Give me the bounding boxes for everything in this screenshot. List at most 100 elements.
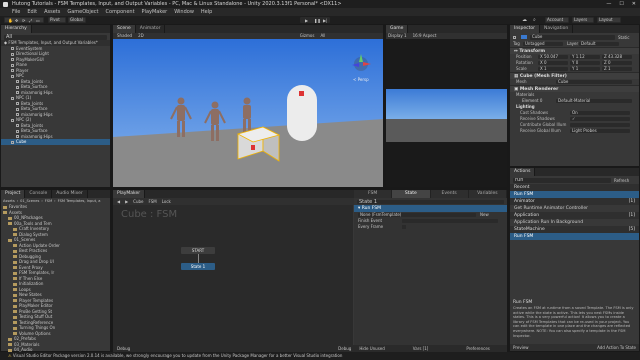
transform-x-field[interactable]: X 1 <box>538 66 568 72</box>
menu-file[interactable]: File <box>12 8 20 16</box>
tab-inspector[interactable]: Inspector <box>510 25 540 33</box>
transform-y-field[interactable]: Y 1 <box>570 66 600 72</box>
menu-window[interactable]: Window <box>174 8 194 16</box>
minimize-button[interactable]: — <box>606 0 611 8</box>
lock-toggle[interactable]: Lock <box>162 198 171 205</box>
static-toggle[interactable]: Static <box>618 35 629 40</box>
lighting-row-value[interactable] <box>570 122 630 128</box>
tab-console[interactable]: Console <box>25 190 53 198</box>
tab-events[interactable]: Events <box>430 190 469 198</box>
tab-game[interactable]: Game <box>386 25 409 33</box>
hand-tool-icon[interactable]: ✋ <box>8 18 13 23</box>
preferences-button[interactable]: Preferences <box>466 345 490 352</box>
actions-search-input[interactable]: run <box>513 178 611 183</box>
hierarchy-item[interactable]: Cube <box>1 139 110 145</box>
rotate-tool-icon[interactable]: ⟳ <box>22 18 25 23</box>
transform-x-field[interactable]: X 50.047 <box>538 54 568 60</box>
tag-dropdown[interactable]: Untagged <box>523 41 563 47</box>
back-icon[interactable]: ◀ <box>117 198 120 205</box>
move-tool-icon[interactable]: ✥ <box>15 18 18 23</box>
menu-assets[interactable]: Assets <box>44 8 60 16</box>
layer-dropdown[interactable]: Default <box>579 41 619 47</box>
mesh-renderer-header[interactable]: ▣ Mesh Renderer <box>510 85 639 92</box>
lighting-row-value[interactable]: On <box>570 110 630 116</box>
pivot-toggle[interactable]: Pivot <box>48 17 66 23</box>
close-button[interactable]: ✕ <box>632 0 636 8</box>
debug-toggle[interactable]: Debug <box>338 345 351 352</box>
account-dropdown[interactable]: Account <box>545 17 569 23</box>
new-template-button[interactable]: New <box>480 212 489 218</box>
fsm-canvas[interactable]: Cube : FSM START State 1 <box>113 205 353 345</box>
action-category[interactable]: Animator [1] <box>510 198 639 205</box>
scale-tool-icon[interactable]: ⤢ <box>29 18 32 23</box>
layers-dropdown[interactable]: Layers <box>572 17 594 23</box>
preview-toggle[interactable]: Preview <box>513 344 529 351</box>
search-icon[interactable]: ⌕ <box>533 17 536 23</box>
tab-playmaker[interactable]: PlayMaker <box>113 190 146 198</box>
action-item[interactable]: Run FSM <box>510 191 639 198</box>
menu-component[interactable]: Component <box>106 8 135 16</box>
layout-dropdown[interactable]: Layout <box>597 17 621 23</box>
gizmos-dropdown[interactable]: Gizmos <box>300 33 315 39</box>
transform-z-field[interactable]: Z 43.328 <box>602 54 632 60</box>
transform-tools[interactable]: ✋ ✥ ⟳ ⤢ ▭ <box>4 17 44 23</box>
maximize-button[interactable]: ☐ <box>619 0 623 8</box>
forward-icon[interactable]: ▶ <box>125 198 128 205</box>
fsm-target-dropdown[interactable]: Cube <box>133 198 143 205</box>
tab-fsm[interactable]: FSM <box>354 190 393 198</box>
action-header[interactable]: ▾ Run FSM <box>354 205 507 212</box>
status-message[interactable]: Visual Studio Editor Package version 2.0… <box>13 353 343 358</box>
scene-search[interactable]: All <box>320 33 325 39</box>
action-item[interactable]: Application Run In Background <box>510 219 639 226</box>
tab-audio-mixer[interactable]: Audio Mixer <box>52 190 88 198</box>
rect-tool-icon[interactable]: ▭ <box>36 18 40 23</box>
add-action-button[interactable]: Add Action To State <box>597 344 636 351</box>
scene-viewport[interactable]: < Persp <box>113 39 383 187</box>
menu-help[interactable]: Help <box>201 8 212 16</box>
state-node[interactable]: State 1 <box>181 263 215 270</box>
mesh-filter-header[interactable]: ▦ Cube (Mesh Filter) <box>510 72 639 79</box>
transform-x-field[interactable]: X 0 <box>538 60 568 66</box>
hide-unused-toggle[interactable]: Hide Unused <box>359 345 384 352</box>
tab-state[interactable]: State <box>392 190 431 198</box>
action-item[interactable]: Get Runtime Animator Controller <box>510 205 639 212</box>
menu-edit[interactable]: Edit <box>27 8 37 16</box>
finish-event-dropdown[interactable] <box>402 218 498 224</box>
transform-header[interactable]: ↔ Transform <box>510 47 639 54</box>
object-name-field[interactable]: Cube <box>530 35 615 40</box>
transform-z-field[interactable]: Z 0 <box>602 60 632 66</box>
lighting-row-value[interactable]: ✓ <box>570 116 630 122</box>
tab-navigation[interactable]: Navigation <box>540 25 574 33</box>
transform-z-field[interactable]: Z 1 <box>602 66 632 72</box>
active-checkbox[interactable] <box>521 35 527 39</box>
shading-dropdown[interactable]: Shaded <box>117 33 132 39</box>
tab-variables[interactable]: Variables <box>468 190 507 198</box>
tab-hierarchy[interactable]: Hierarchy <box>1 25 32 33</box>
action-category[interactable]: StateMachine [5] <box>510 226 639 233</box>
mesh-field[interactable]: Cube <box>556 79 632 85</box>
action-category[interactable]: Recent <box>510 184 639 191</box>
debug-dropdown[interactable]: Debug <box>117 345 130 352</box>
every-frame-checkbox[interactable] <box>402 225 406 229</box>
action-item[interactable]: Run FSM <box>510 233 639 240</box>
state-name-field[interactable]: State 1 <box>357 200 504 205</box>
space-toggle[interactable]: Global <box>68 17 86 23</box>
tab-actions[interactable]: Actions <box>510 168 536 176</box>
template-field[interactable]: None (FsmTemplate) <box>358 212 476 218</box>
hierarchy-search-input[interactable]: All <box>4 34 107 40</box>
lighting-row-value[interactable]: Light Probes <box>570 128 630 134</box>
pause-icon[interactable]: ❚❚ <box>314 18 321 23</box>
collab-icon[interactable]: ☁ <box>522 17 527 23</box>
step-icon[interactable]: ▶| <box>323 18 327 23</box>
start-node[interactable]: START <box>181 247 215 254</box>
transform-y-field[interactable]: Y 1.12 <box>570 54 600 60</box>
menu-gameobject[interactable]: GameObject <box>67 8 98 16</box>
menu-playmaker[interactable]: PlayMaker <box>142 8 168 16</box>
tab-project[interactable]: Project <box>1 190 26 198</box>
refresh-button[interactable]: Refresh <box>614 178 629 183</box>
material-field[interactable]: Default-Material <box>556 98 632 104</box>
2d-toggle[interactable]: 2D <box>138 33 144 39</box>
play-icon[interactable]: ▶ <box>305 18 308 23</box>
transform-y-field[interactable]: Y 0 <box>570 60 600 66</box>
tab-scene[interactable]: Scene <box>113 25 136 33</box>
